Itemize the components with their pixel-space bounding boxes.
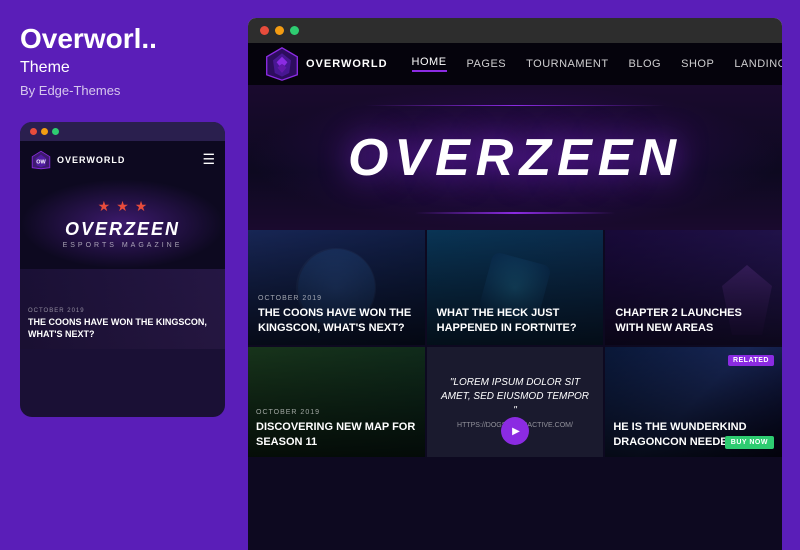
star-3: ★ xyxy=(135,198,148,215)
mobile-article-tag: OCTOBER 2019 xyxy=(28,308,217,314)
nav-blog[interactable]: BLOG xyxy=(629,58,662,70)
left-sidebar: Overworl.. Theme By Edge-Themes OW OVERW… xyxy=(0,0,248,550)
dot-yellow xyxy=(41,128,48,135)
article-card-5: "LOREM IPSUM DOLOR SIT AMET, SED EIUSMOD… xyxy=(427,347,604,457)
nav-landing[interactable]: LANDING xyxy=(734,58,782,70)
theme-author: By Edge-Themes xyxy=(20,83,228,98)
site-hero: OVERZEEN xyxy=(248,85,782,230)
mobile-logo-area: OW OVERWORLD xyxy=(30,149,125,171)
article-card-2-content: WHAT THE HECK JUST HAPPENED IN FORTNITE? xyxy=(427,292,604,345)
play-button[interactable]: ▶ xyxy=(501,417,529,445)
related-badge: RELATED xyxy=(728,355,774,366)
nav-shop[interactable]: SHOP xyxy=(681,58,714,70)
article-card-2-title: WHAT THE HECK JUST HAPPENED IN FORTNITE? xyxy=(437,306,594,335)
articles-row-1: OCTOBER 2019 THE COONS HAVE WON THE KING… xyxy=(248,230,782,345)
theme-title: Overworl.. xyxy=(20,24,228,55)
mobile-hero: ★ ★ ★ OVERZEEN ESPORTS MAGAZINE xyxy=(20,179,225,269)
article-card-6-content: HE IS THE WUNDERKIND DRAGONCON NEEDED xyxy=(605,412,782,457)
article-card-4-content: OCTOBER 2019 DISCOVERING NEW MAP FOR SEA… xyxy=(248,401,425,457)
star-1: ★ xyxy=(98,198,111,215)
mobile-stars: ★ ★ ★ xyxy=(98,198,148,215)
browser-dot-green[interactable] xyxy=(290,26,299,35)
quote-text: "LOREM IPSUM DOLOR SIT AMET, SED EIUSMOD… xyxy=(439,376,592,418)
mobile-logo-text: OVERWORLD xyxy=(57,155,125,165)
mobile-hero-tagline: ESPORTS MAGAZINE xyxy=(63,242,183,249)
mobile-logo-icon: OW xyxy=(30,149,52,171)
nav-home[interactable]: HOME xyxy=(412,56,447,72)
hero-title: OVERZEEN xyxy=(348,128,682,188)
article-card-3-content: CHAPTER 2 LAUNCHES WITH NEW AREAS xyxy=(605,292,782,345)
site-logo-icon xyxy=(264,46,300,82)
mobile-card-dots xyxy=(20,122,225,141)
mobile-preview-card: OW OVERWORLD ☰ ★ ★ ★ OVERZEEN ESPORTS MA… xyxy=(20,122,225,417)
browser-chrome xyxy=(248,18,782,43)
browser-dot-yellow[interactable] xyxy=(275,26,284,35)
browser-window: OVERWORLD HOME PAGES TOURNAMENT BLOG SHO… xyxy=(248,18,782,550)
buy-now-badge[interactable]: BUY NOW xyxy=(725,436,774,449)
article-card-6[interactable]: HE IS THE WUNDERKIND DRAGONCON NEEDED RE… xyxy=(605,347,782,457)
site-logo-wrap[interactable]: OVERWORLD xyxy=(264,46,388,82)
dot-red xyxy=(30,128,37,135)
theme-subtitle: Theme xyxy=(20,59,228,77)
star-2: ★ xyxy=(116,198,129,215)
mobile-article: OCTOBER 2019 THE COONS HAVE WON THE KING… xyxy=(20,269,225,349)
browser-content: OVERWORLD HOME PAGES TOURNAMENT BLOG SHO… xyxy=(248,43,782,550)
article-card-3[interactable]: CHAPTER 2 LAUNCHES WITH NEW AREAS xyxy=(605,230,782,345)
dot-green xyxy=(52,128,59,135)
article-card-3-title: CHAPTER 2 LAUNCHES WITH NEW AREAS xyxy=(615,306,772,335)
site-nav: OVERWORLD HOME PAGES TOURNAMENT BLOG SHO… xyxy=(248,43,782,85)
article-card-4-tag: OCTOBER 2019 xyxy=(256,409,417,416)
svg-text:OW: OW xyxy=(36,159,46,165)
nav-links: HOME PAGES TOURNAMENT BLOG SHOP LANDING xyxy=(412,56,782,72)
nav-tournament[interactable]: TOURNAMENT xyxy=(526,58,608,70)
articles-row-2: OCTOBER 2019 DISCOVERING NEW MAP FOR SEA… xyxy=(248,347,782,457)
article-card-4[interactable]: OCTOBER 2019 DISCOVERING NEW MAP FOR SEA… xyxy=(248,347,425,457)
mobile-hamburger-icon[interactable]: ☰ xyxy=(202,151,215,168)
article-card-1-title: THE COONS HAVE WON THE KINGSCON, WHAT'S … xyxy=(258,306,415,335)
mobile-nav: OW OVERWORLD ☰ xyxy=(20,141,225,179)
mobile-article-title: THE COONS HAVE WON THE KINGSCON, WHAT'S … xyxy=(28,317,217,340)
article-card-4-title: DISCOVERING NEW MAP FOR SEASON 11 xyxy=(256,420,417,449)
browser-dot-red[interactable] xyxy=(260,26,269,35)
mobile-hero-title: OVERZEEN xyxy=(65,219,180,240)
article-card-1[interactable]: OCTOBER 2019 THE COONS HAVE WON THE KING… xyxy=(248,230,425,345)
article-card-1-content: OCTOBER 2019 THE COONS HAVE WON THE KING… xyxy=(248,285,425,345)
article-card-2[interactable]: WHAT THE HECK JUST HAPPENED IN FORTNITE? xyxy=(427,230,604,345)
article-card-1-tag: OCTOBER 2019 xyxy=(258,295,415,302)
site-logo-text: OVERWORLD xyxy=(306,58,388,70)
nav-pages[interactable]: PAGES xyxy=(467,58,507,70)
hero-line xyxy=(415,212,615,214)
